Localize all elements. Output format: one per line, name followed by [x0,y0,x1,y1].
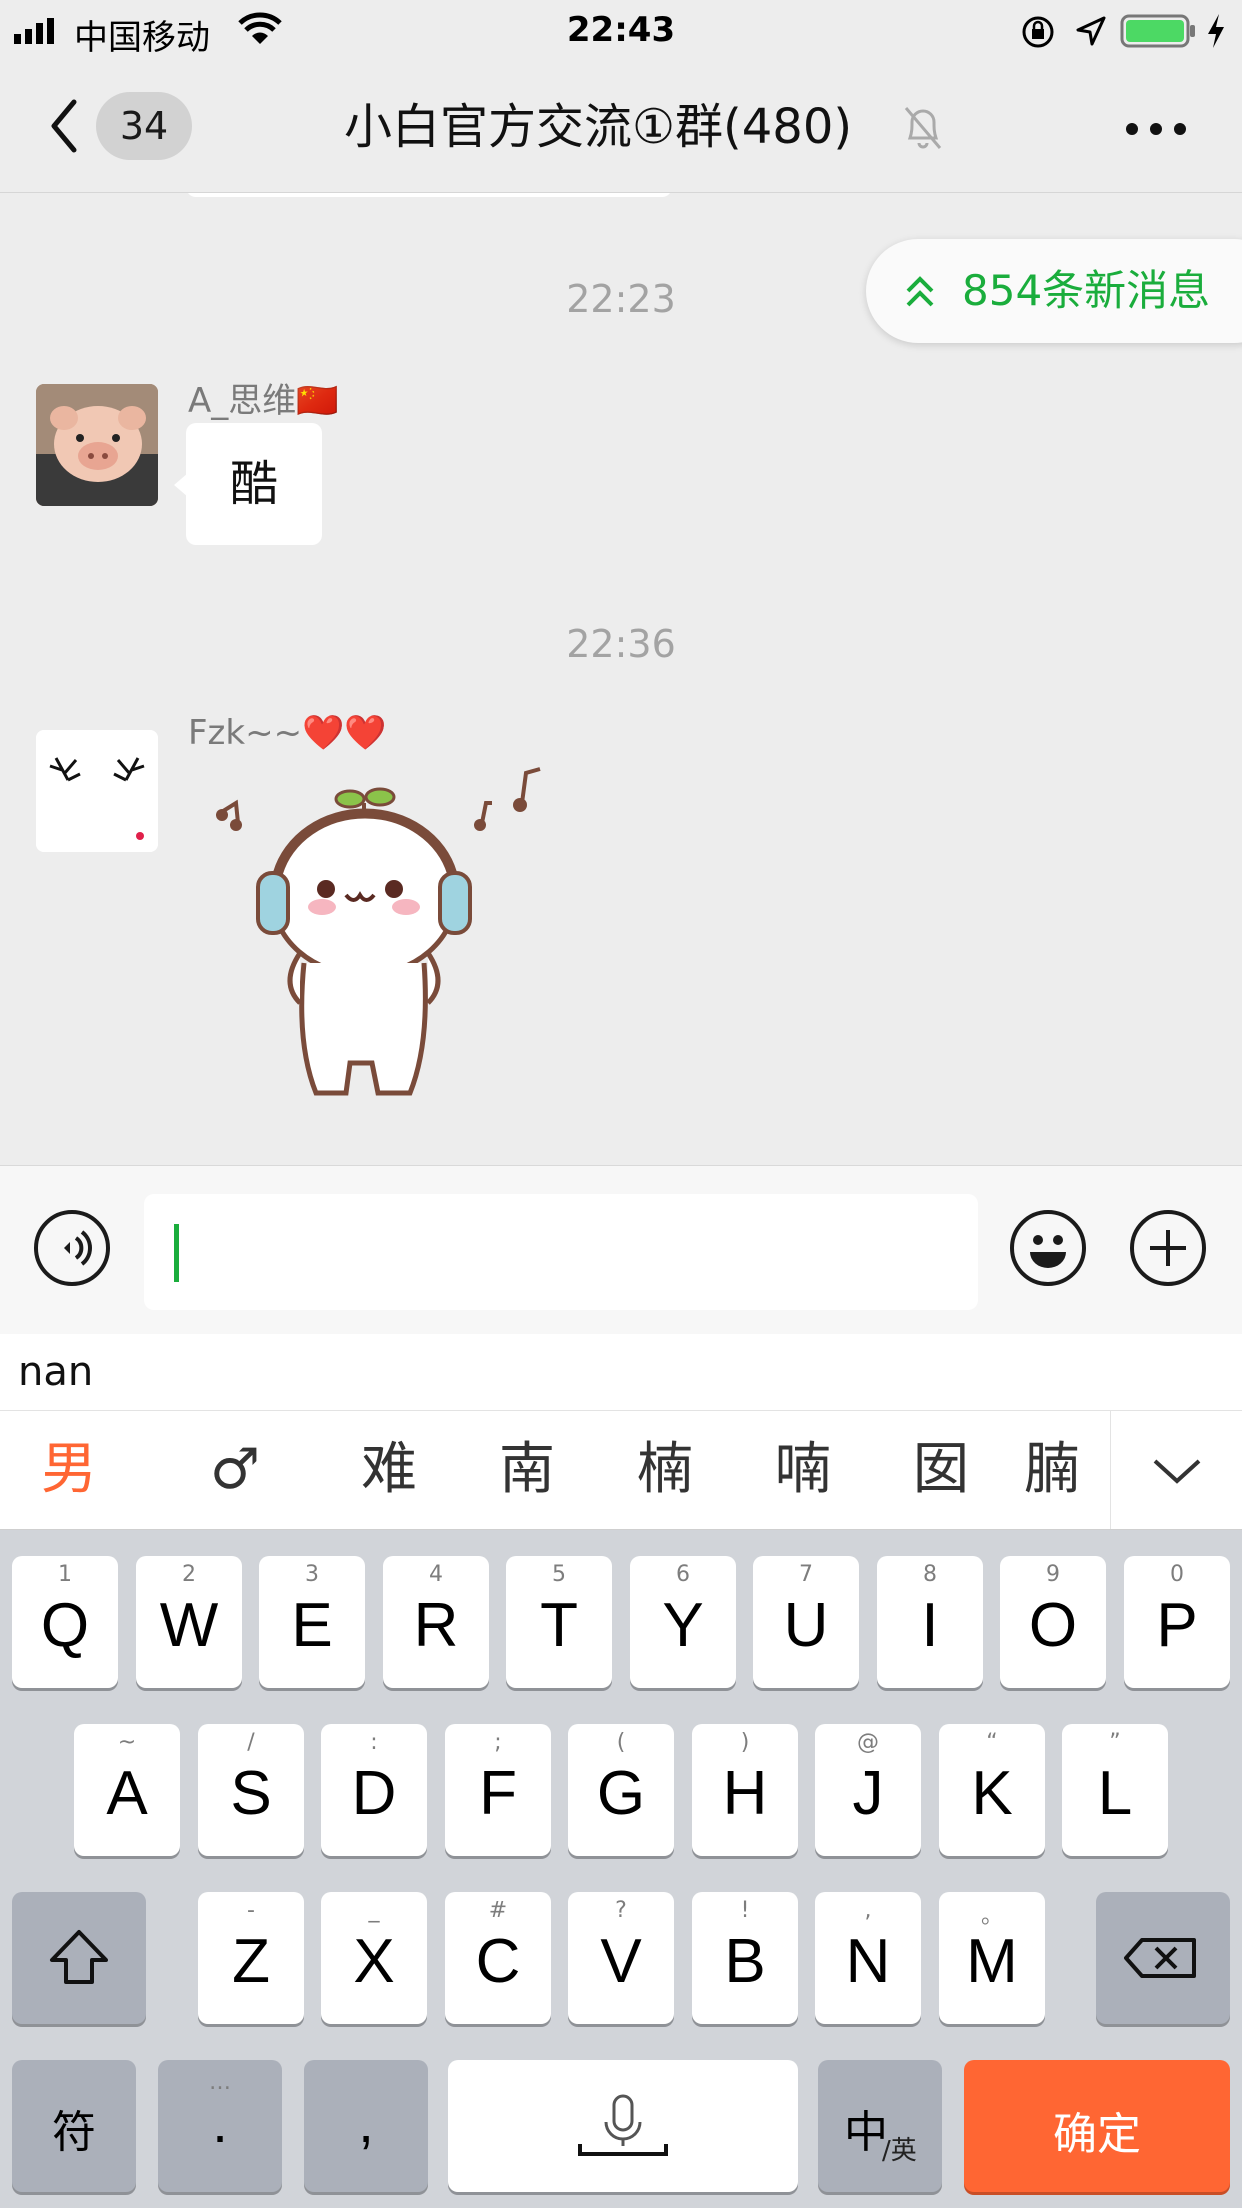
key-a[interactable]: ~ A [74,1724,180,1856]
key-o[interactable]: 9O [1000,1556,1106,1688]
comma-key[interactable]: , [304,2060,428,2192]
new-messages-button[interactable]: 854条新消息 [866,239,1242,343]
key-p[interactable]: 0P [1124,1556,1230,1688]
chat-messages[interactable]: 22:23 854条新消息 A_思维🇨🇳 酷 22:36 Fzk~~❤️❤️ [0,193,1242,1165]
key-c[interactable]: # C [445,1892,551,2024]
language-switch-key[interactable]: 中 /英 [818,2060,942,2192]
key-y[interactable]: 6Y [630,1556,736,1688]
candidate-item[interactable]: ♂ [180,1411,290,1529]
chat-header: 34 小白官方交流①群(480) [0,62,1242,193]
confirm-key[interactable]: 确定 [964,2060,1230,2192]
key-j[interactable]: @ J [815,1724,921,1856]
backspace-icon [1124,1938,1196,1978]
key-b[interactable]: ! B [692,1892,798,2024]
status-bar: 中国移动 22:43 [0,0,1242,62]
double-up-chevron-icon [902,273,938,309]
new-messages-label: 854条新消息 [962,266,1211,315]
candidate-item[interactable]: 囡 [886,1411,996,1529]
message-input[interactable] [144,1194,978,1310]
candidate-item[interactable]: 喃 [748,1411,858,1529]
key-z[interactable]: -Z [198,1892,304,2024]
headphone-bun-sticker[interactable] [200,763,560,1123]
key-u[interactable]: 7U [753,1556,859,1688]
back-chevron-icon[interactable] [40,96,100,156]
add-attachment-icon[interactable] [1130,1210,1206,1286]
text-cursor [174,1224,179,1282]
candidate-item[interactable]: 楠 [610,1411,720,1529]
previous-message-bubble [186,193,672,197]
ime-candidate-bar: 男 ♂ 难 南 楠 喃 囡 腩 [0,1411,1242,1530]
timestamp: 22:36 [566,622,676,666]
unread-count-badge[interactable]: 34 [96,92,192,160]
battery-icon [1120,12,1198,50]
language-alt-label: /英 [882,2136,917,2166]
key-d[interactable]: :D [321,1724,427,1856]
symbols-key[interactable]: 符 [12,2060,136,2192]
candidate-item[interactable]: 男 [14,1411,124,1529]
antlers-avatar-icon [36,730,158,852]
location-icon [1074,14,1108,48]
period-key[interactable]: …. [158,2060,282,2192]
key-h[interactable]: ) H [692,1724,798,1856]
rotation-lock-icon [1020,14,1056,50]
key-x[interactable]: _ X [321,1892,427,2024]
candidate-item[interactable]: 腩 [1024,1411,1110,1529]
microphone-icon [578,2094,668,2156]
backspace-key[interactable] [1096,1892,1230,2024]
space-key[interactable] [448,2060,798,2192]
key-w[interactable]: 2W [136,1556,242,1688]
key-f[interactable]: ; F [445,1724,551,1856]
message-bubble[interactable]: 酷 [186,423,322,545]
candidate-item[interactable]: 难 [334,1411,444,1529]
page-title: 小白官方交流①群(480) [344,92,944,162]
group-title: 小白官方交流①群(480) [344,99,853,155]
sender-name: A_思维🇨🇳 [188,381,339,421]
message-input-bar [0,1165,1242,1334]
key-e[interactable]: 3E [259,1556,365,1688]
chevron-down-icon [1153,1459,1201,1484]
key-s[interactable]: / S [198,1724,304,1856]
avatar[interactable] [36,384,158,506]
pig-avatar-icon [36,384,158,506]
shift-key[interactable] [12,1892,146,2024]
emoji-icon[interactable] [1010,1210,1086,1286]
voice-input-icon[interactable] [34,1210,110,1286]
more-options-icon[interactable] [1126,120,1198,140]
key-v[interactable]: ? V [568,1892,674,2024]
key-t[interactable]: 5T [506,1556,612,1688]
avatar[interactable] [36,730,158,852]
shift-icon [50,1930,108,1984]
expand-candidates-button[interactable] [1110,1411,1242,1529]
keyboard: 1Q 2W 3E 4R 5T 6Y 7U 8I 9O 0P ~ A / S :D ;… [0,1530,1242,2208]
key-r[interactable]: 4R [383,1556,489,1688]
key-g[interactable]: (G [568,1724,674,1856]
pinyin-composition: nan [18,1349,94,1395]
key-l[interactable]: ” L [1062,1724,1168,1856]
charging-icon [1204,12,1228,50]
key-q[interactable]: 1Q [12,1556,118,1688]
sender-name: Fzk~~❤️❤️ [188,713,387,753]
key-i[interactable]: 8I [877,1556,983,1688]
ime-composition-bar: nan [0,1334,1242,1411]
mute-bell-icon [900,102,946,154]
key-m[interactable]: 。 M [939,1892,1045,2024]
key-n[interactable]: ,N [815,1892,921,2024]
candidate-item[interactable]: 南 [472,1411,582,1529]
key-k[interactable]: “K [939,1724,1045,1856]
